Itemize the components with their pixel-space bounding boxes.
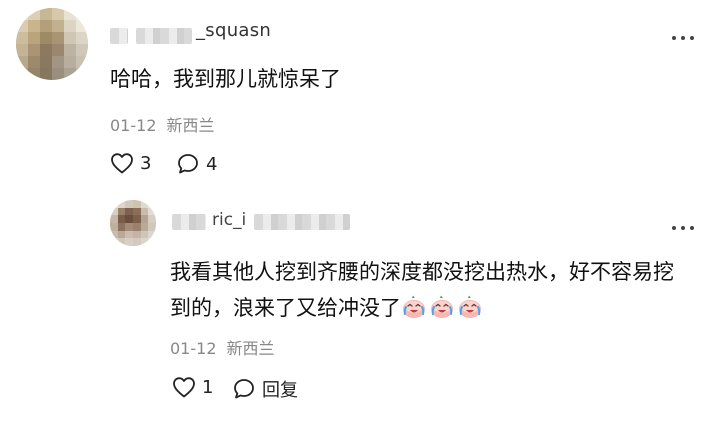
comment-button[interactable]: 4	[176, 152, 217, 176]
reply-date: 01-12	[170, 339, 217, 358]
heart-icon	[111, 153, 133, 174]
comment-meta: 01-12 新西兰	[110, 115, 215, 137]
reply-avatar[interactable]	[110, 200, 156, 246]
more-options-icon[interactable]	[672, 226, 694, 230]
username-redaction	[172, 214, 206, 230]
speech-bubble-icon	[234, 379, 254, 399]
comment-count: 4	[206, 153, 218, 175]
emoji-group	[401, 295, 485, 320]
reply-like-button[interactable]: 1	[172, 376, 213, 398]
username-redaction	[110, 28, 128, 44]
reply-text: 我看其他人挖到齐腰的深度都没挖出热水，好不容易挖到的，浪来了又给冲没了	[170, 254, 690, 326]
username-redaction	[254, 214, 350, 230]
comment-location: 新西兰	[166, 116, 215, 135]
comment-text: 哈哈，我到那儿就惊呆了	[110, 67, 341, 91]
avatar-pixelated-image	[16, 8, 88, 80]
username-redaction	[136, 28, 192, 44]
like-button[interactable]: 3	[110, 152, 151, 174]
like-count: 3	[140, 152, 152, 174]
username[interactable]: _squash	[110, 26, 280, 48]
avatar-pixelated-image	[110, 200, 156, 246]
reply-button[interactable]: 回复	[232, 376, 298, 402]
reply-location: 新西兰	[226, 339, 275, 358]
avatar[interactable]	[16, 8, 88, 80]
comment-date: 01-12	[110, 116, 157, 135]
reply-label: 回复	[262, 380, 298, 401]
username-text: _squash	[196, 26, 272, 41]
heart-icon	[173, 377, 195, 398]
username-text: ric_i	[212, 212, 247, 230]
reply-like-count: 1	[202, 376, 214, 398]
crying-laughing-emoji-icon	[431, 295, 453, 318]
reply-username[interactable]: ric_i	[172, 212, 362, 234]
reply-meta: 01-12 新西兰	[170, 338, 275, 360]
speech-bubble-icon	[178, 154, 198, 174]
crying-laughing-emoji-icon	[403, 295, 425, 318]
more-options-icon[interactable]	[672, 36, 694, 40]
crying-laughing-emoji-icon	[459, 295, 481, 318]
